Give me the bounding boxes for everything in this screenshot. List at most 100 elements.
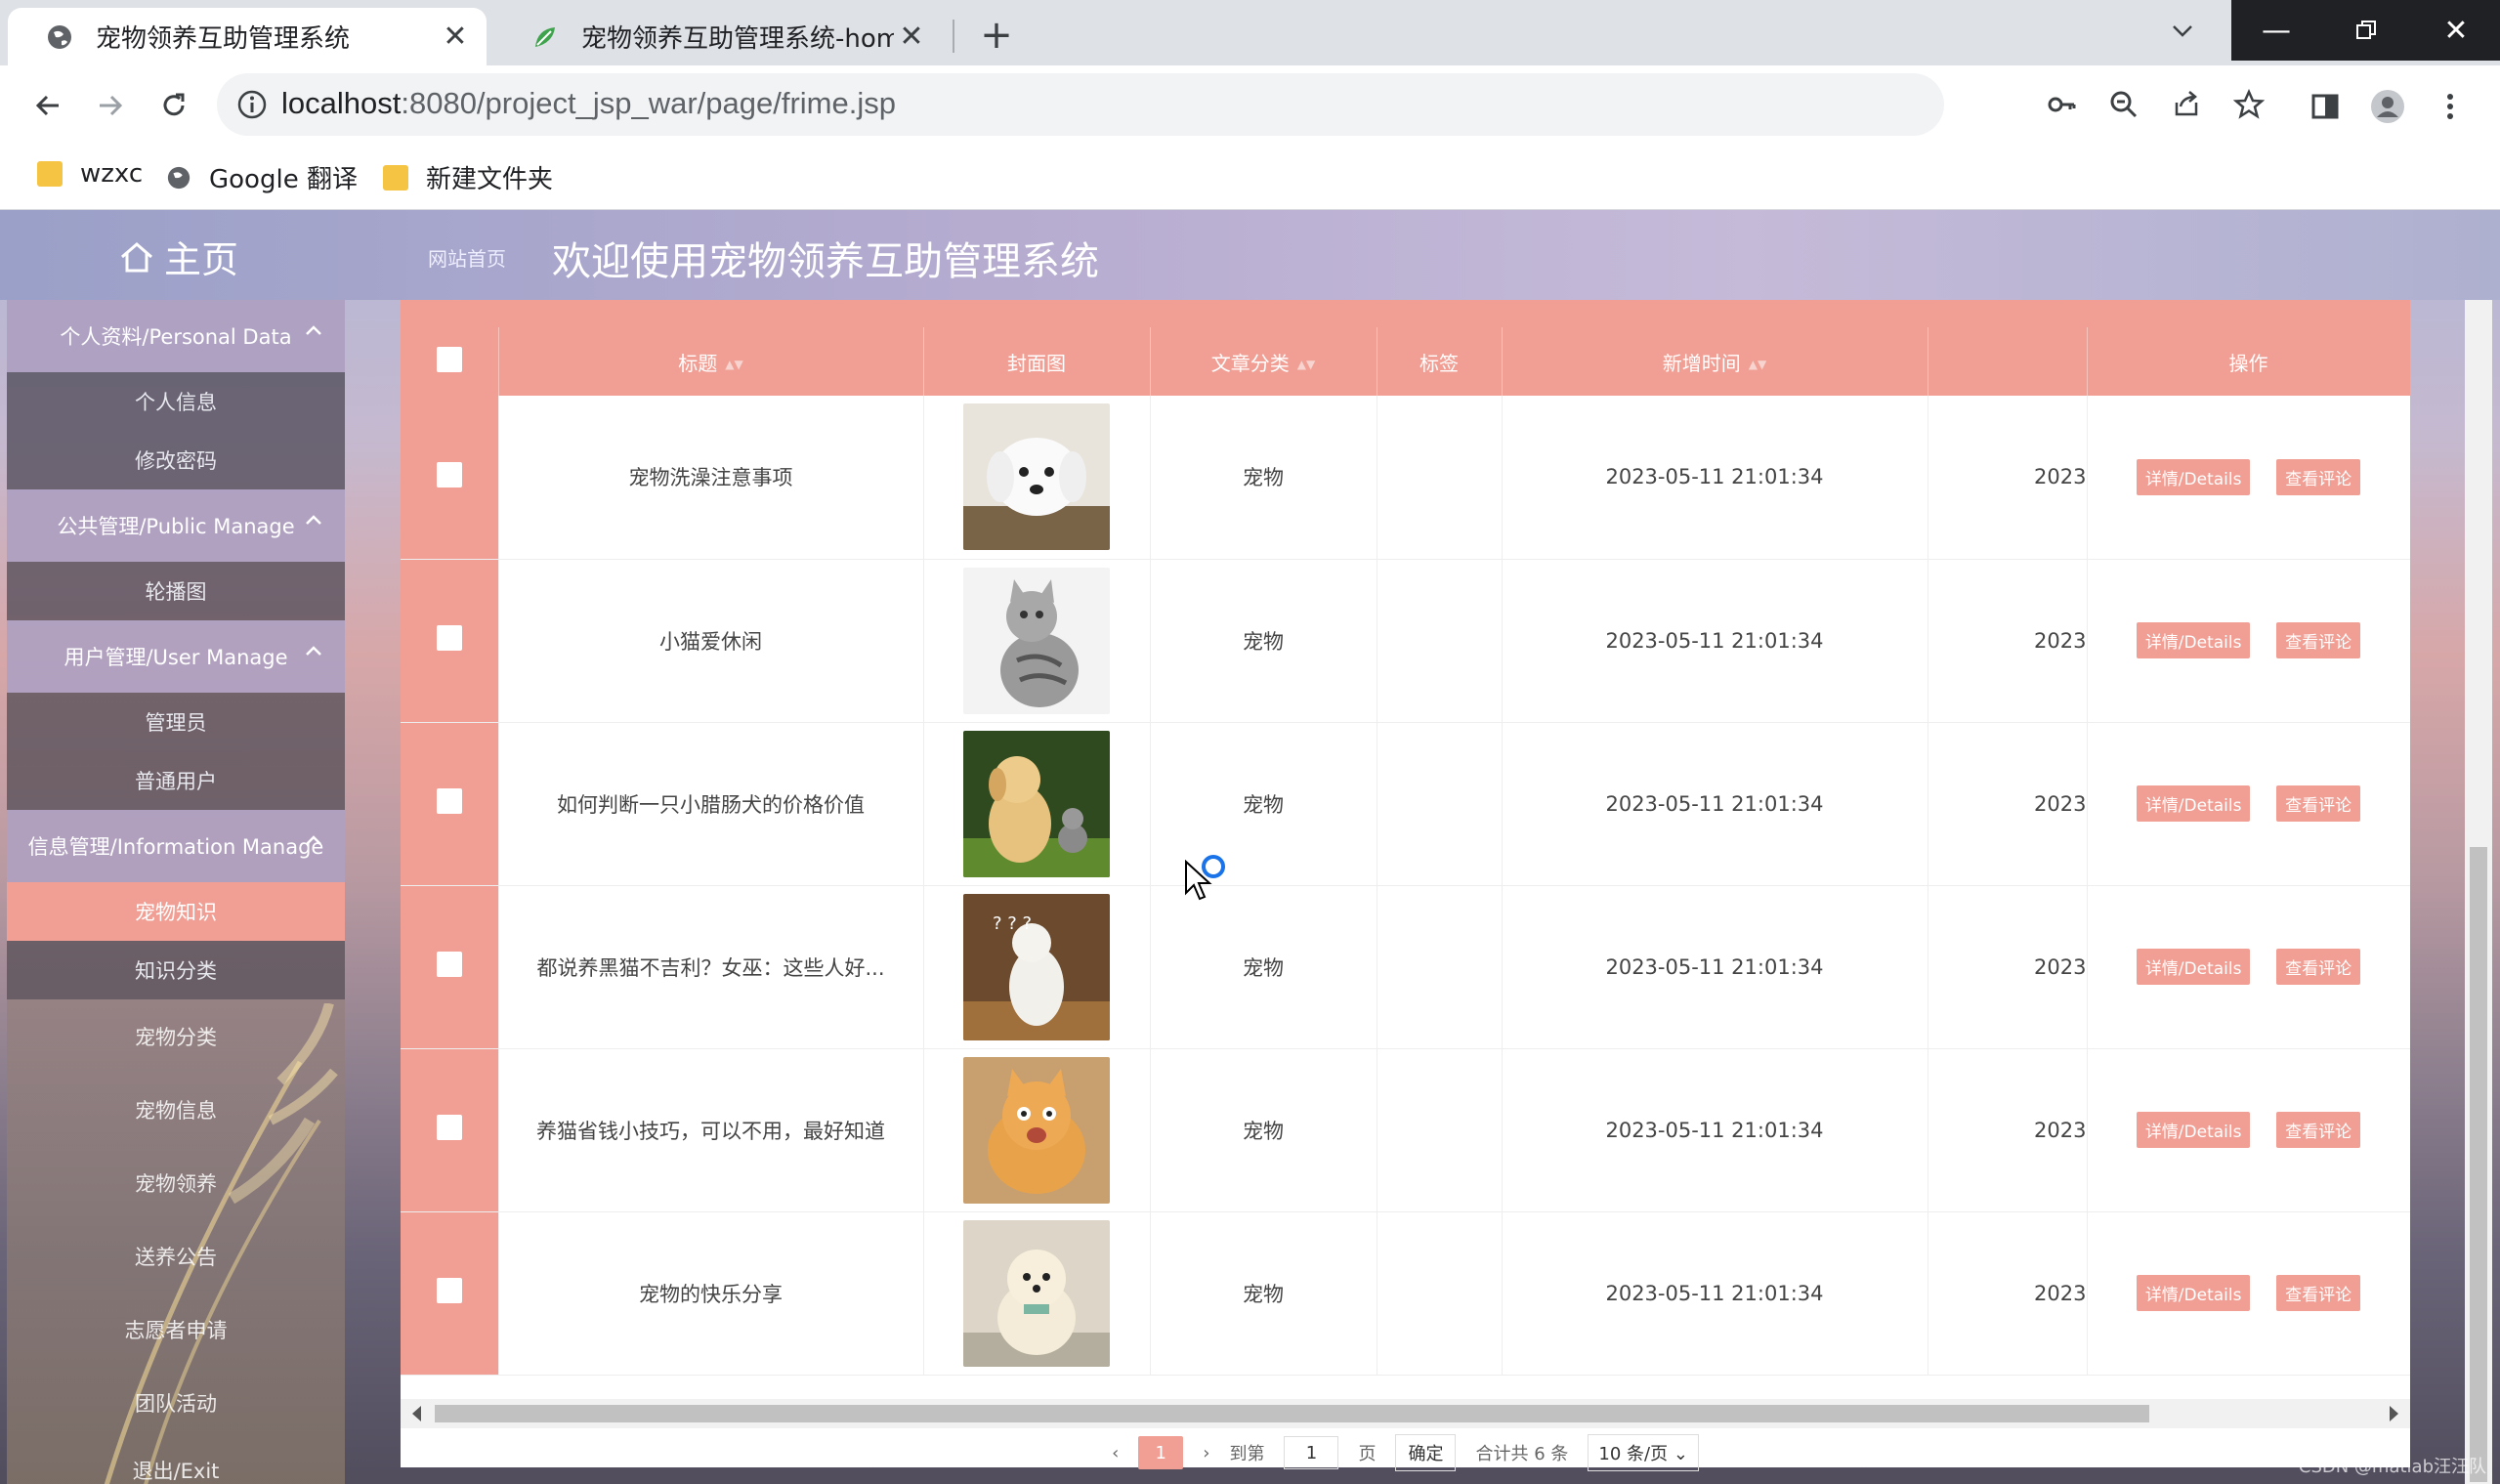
zoom-icon[interactable] [2106,87,2141,122]
col-hidden [1928,327,2088,396]
minimize-icon[interactable]: — [2231,0,2321,61]
close-icon[interactable]: ✕ [894,20,929,55]
col-category[interactable]: 文章分类 ▲▼ [1150,327,1377,396]
row-checkbox[interactable] [401,722,499,886]
forward-icon[interactable] [86,81,135,130]
view-comments-button[interactable]: 查看评论 [2276,458,2361,495]
restore-icon[interactable] [2321,0,2411,61]
row-tag [1377,559,1503,723]
details-button[interactable]: 详情/Details [2136,785,2251,822]
new-tab-button[interactable]: + [975,13,1018,58]
view-comments-button[interactable]: 查看评论 [2276,622,2361,658]
cover-image[interactable]: ? ? ? [963,893,1110,1040]
next-page-icon[interactable]: › [1203,1443,1209,1463]
bookmark-new-folder[interactable]: 新建文件夹 [383,159,553,195]
scrollbar-thumb[interactable] [2470,847,2487,1482]
bookmark-wzxc[interactable]: wzxc [37,159,143,189]
tab-active[interactable]: 宠物领养互助管理系统 ✕ [8,8,487,65]
goto-confirm-button[interactable]: 确定 [1395,1434,1457,1471]
sidebar-group-personal[interactable]: 个人资料/Personal Data [7,300,345,372]
sidebar-item-team-activity[interactable]: 团队活动 [7,1374,345,1432]
view-comments-button[interactable]: 查看评论 [2276,1112,2361,1148]
view-comments-button[interactable]: 查看评论 [2276,949,2361,985]
vertical-scrollbar[interactable] [2465,300,2492,1484]
col-title[interactable]: 标题 ▲▼ [498,327,924,396]
goto-input[interactable]: 1 [1284,1436,1339,1469]
sidebar-item-profile[interactable]: 个人信息 [7,372,345,431]
view-comments-button[interactable]: 查看评论 [2276,785,2361,822]
sidebar-item-pet-knowledge[interactable]: 宠物知识 [7,882,345,941]
row-checkbox[interactable] [401,1048,499,1212]
chevron-up-icon [306,515,321,525]
close-window-icon[interactable]: ✕ [2411,0,2500,61]
row-checkbox[interactable] [401,396,499,560]
share-icon[interactable] [2169,87,2204,122]
sidebar-item-admins[interactable]: 管理员 [7,693,345,751]
side-panel-icon[interactable] [2308,89,2343,124]
select-all-checkbox[interactable] [401,327,499,396]
sort-icon: ▲▼ [725,358,743,371]
cover-image[interactable] [963,1219,1110,1367]
page-label: 页 [1358,1444,1377,1464]
bookmark-google-translate[interactable]: Google 翻译 [166,159,358,195]
close-icon[interactable]: ✕ [438,20,473,55]
sidebar-item-users[interactable]: 普通用户 [7,751,345,810]
row-checkbox[interactable] [401,1211,499,1376]
table-row: 宠物洗澡注意事项 宠物 2023-05-11 21:01:34 2023 详情/… [401,396,2410,560]
col-actions: 操作 [2087,327,2410,396]
address-bar[interactable]: localhost:8080/project_jsp_war/page/frim… [217,73,2265,136]
prev-page-icon[interactable]: ‹ [1112,1443,1119,1463]
row-actions: 详情/Details 查看评论 [2087,1048,2410,1212]
cover-image[interactable] [963,567,1110,714]
details-button[interactable]: 详情/Details [2136,1112,2251,1148]
goto-label: 到第 [1229,1444,1265,1464]
star-icon[interactable] [2231,87,2267,122]
tab-inactive[interactable]: 宠物领养互助管理系统-home ✕ [493,8,943,65]
sidebar-item-volunteer[interactable]: 志愿者申请 [7,1300,345,1359]
home-icon [121,241,152,272]
col-time[interactable]: 新增时间 ▲▼ [1502,327,1928,396]
cover-image[interactable] [963,730,1110,877]
info-icon[interactable] [234,87,270,122]
sidebar-item-rehoming[interactable]: 送养公告 [7,1227,345,1286]
cover-image[interactable] [963,403,1110,551]
menu-dots-icon[interactable] [2433,89,2468,124]
chevron-down-icon[interactable] [2161,10,2204,53]
scrollbar-thumb[interactable] [435,1405,2149,1422]
sidebar-item-exit[interactable]: 退出/Exit [7,1441,345,1484]
sidebar-item-carousel[interactable]: 轮播图 [7,562,345,620]
row-checkbox[interactable] [401,885,499,1049]
sidebar-item-password[interactable]: 修改密码 [7,431,345,489]
bookmarks-bar: wzxc Google 翻译 新建文件夹 [0,146,2500,210]
sidebar-item-adoption[interactable]: 宠物领养 [7,1154,345,1212]
row-checkbox[interactable] [401,559,499,723]
profile-avatar-icon[interactable] [2370,89,2405,124]
details-button[interactable]: 详情/Details [2136,1275,2251,1311]
sidebar-group-users[interactable]: 用户管理/User Manage [7,620,345,693]
details-button[interactable]: 详情/Details [2136,622,2251,658]
row-time: 2023-05-11 21:01:34 [1502,722,1928,886]
back-icon[interactable] [23,81,72,130]
details-button[interactable]: 详情/Details [2136,458,2251,495]
reload-icon[interactable] [149,81,198,130]
cover-image[interactable] [963,1056,1110,1204]
home-link[interactable]: 主页 [119,230,238,283]
sidebar-group-public[interactable]: 公共管理/Public Manage [7,489,345,562]
key-icon[interactable] [2044,87,2079,122]
sidebar-item-pet-info[interactable]: 宠物信息 [7,1081,345,1139]
col-tag: 标签 [1377,327,1503,396]
sidebar-item-pet-category[interactable]: 宠物分类 [7,1007,345,1066]
breadcrumb[interactable]: 网站首页 [428,243,506,272]
content-panel: 标题 ▲▼ 封面图 文章分类 ▲▼ 标签 新增时间 ▲▼ 操作 宠物洗澡注意事项 宠物… [401,300,2410,1471]
watermark: CSDN @matlab汪汪队 [2298,1457,2486,1477]
app-header: 主页 网站首页 欢迎使用宠物领养互助管理系统 [0,210,2500,300]
details-button[interactable]: 详情/Details [2136,949,2251,985]
view-comments-button[interactable]: 查看评论 [2276,1275,2361,1311]
table-row: 如何判断一只小腊肠犬的价格价值 宠物 2023-05-11 21:01:34 2… [401,722,2410,886]
sidebar-group-info[interactable]: 信息管理/Information Manage [7,810,345,882]
table-row: 宠物的快乐分享 宠物 2023-05-11 21:01:34 2023 详情/D… [401,1211,2410,1376]
horizontal-scrollbar[interactable] [401,1399,2410,1428]
page-current[interactable]: 1 [1138,1436,1184,1469]
page-size-select[interactable]: 10 条/页 ⌄ [1588,1434,1699,1471]
sidebar-item-knowledge-category[interactable]: 知识分类 [7,941,345,999]
